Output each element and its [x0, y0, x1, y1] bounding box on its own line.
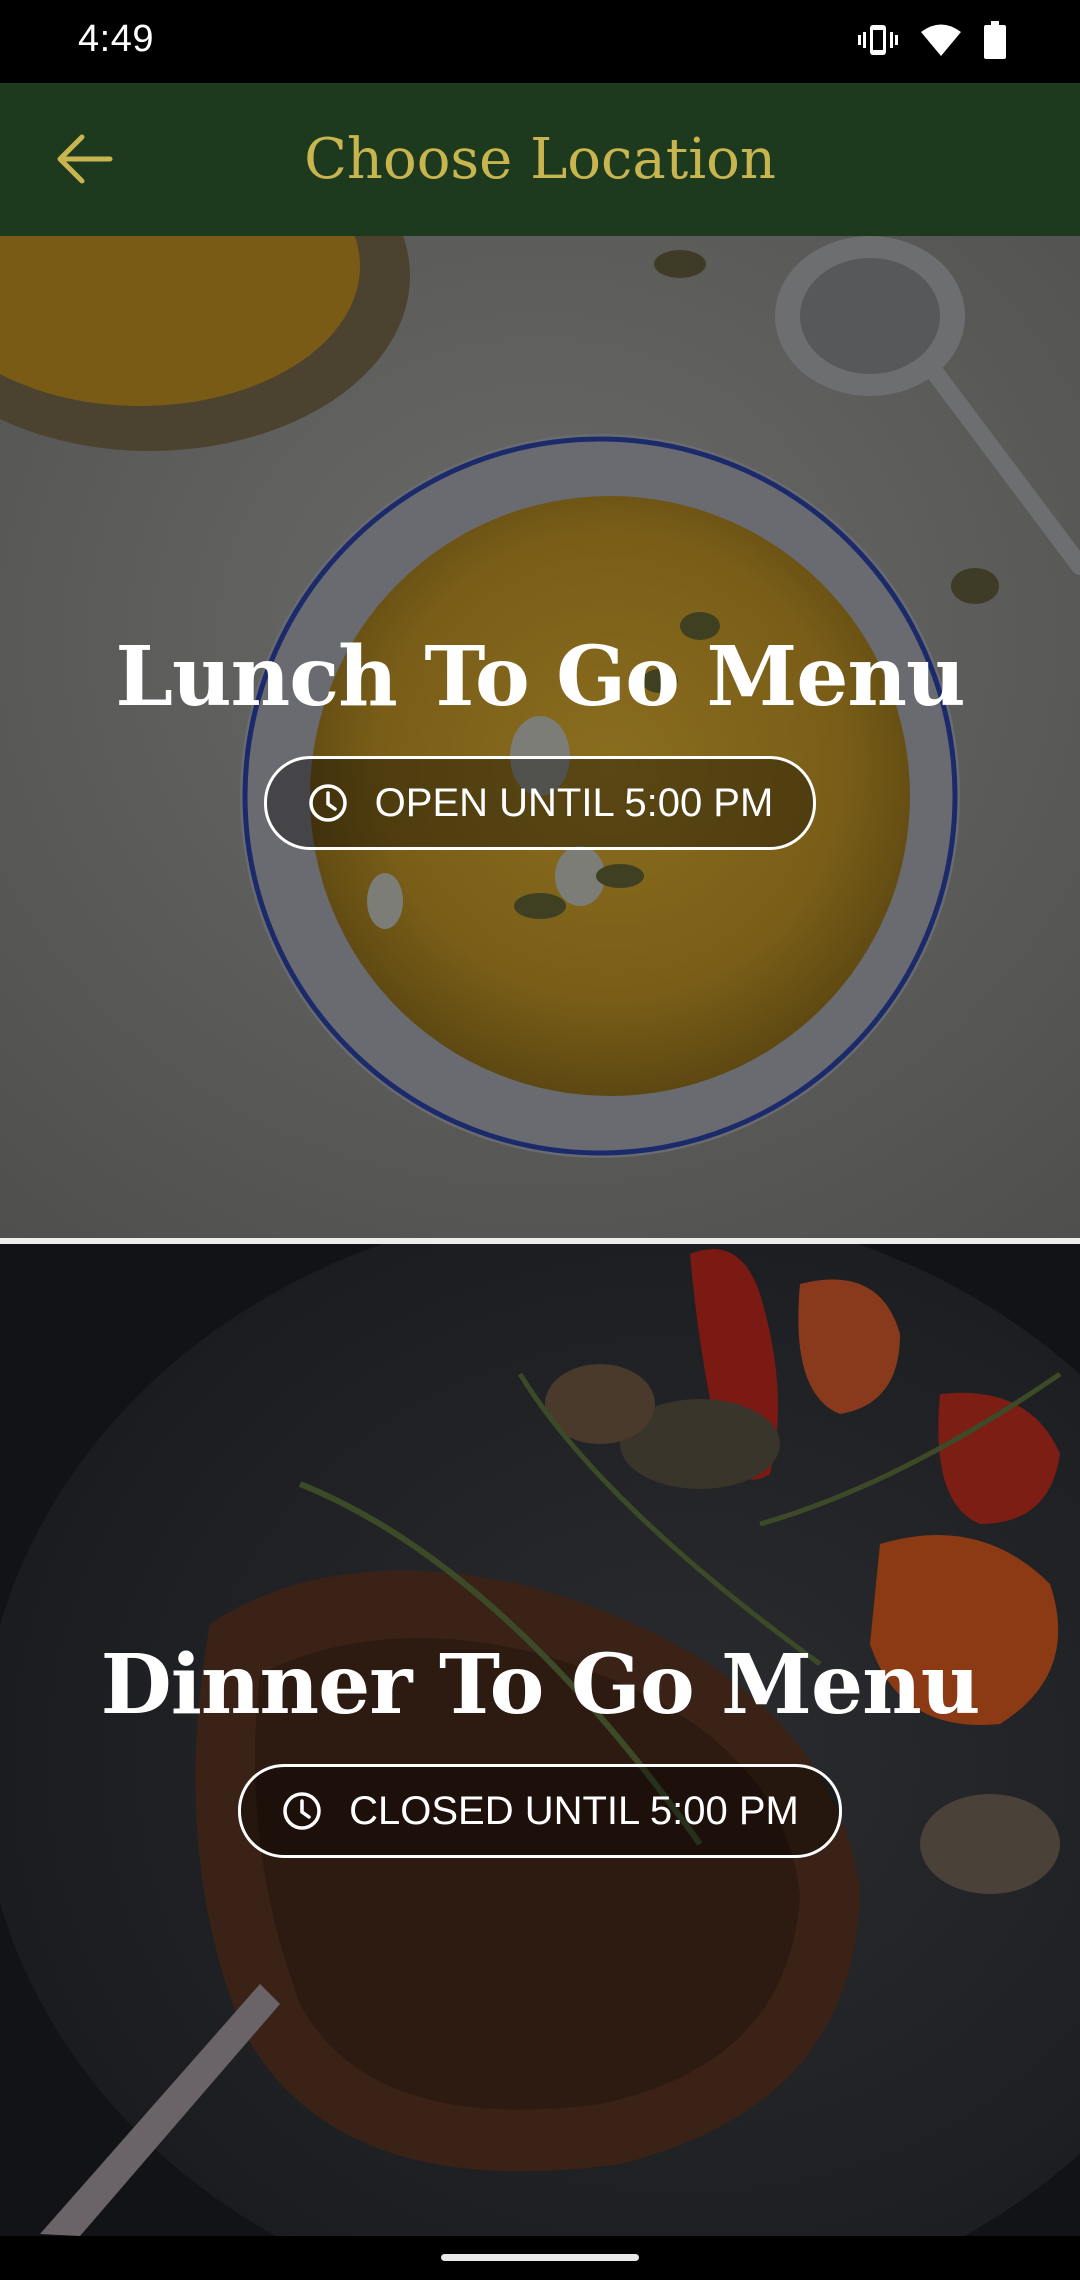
- location-card-dinner[interactable]: Dinner To Go Menu CLOSED UNTIL 5:00 PM: [0, 1244, 1080, 2236]
- clock-icon: [281, 1790, 323, 1832]
- app-bar: Choose Location: [0, 83, 1080, 236]
- dinner-card-content: Dinner To Go Menu CLOSED UNTIL 5:00 PM: [0, 1644, 1080, 1858]
- wifi-icon: [920, 23, 962, 62]
- location-card-lunch[interactable]: Lunch To Go Menu OPEN UNTIL 5:00 PM: [0, 236, 1080, 1238]
- status-bar: 4:49: [0, 0, 1080, 83]
- nav-bar: [0, 2236, 1080, 2280]
- status-text: OPEN UNTIL 5:00 PM: [374, 780, 774, 825]
- home-indicator[interactable]: [441, 2254, 639, 2261]
- clock-icon: [307, 782, 349, 824]
- status-pill[interactable]: OPEN UNTIL 5:00 PM: [263, 756, 817, 850]
- location-title: Lunch To Go Menu: [115, 629, 965, 725]
- location-title: Dinner To Go Menu: [100, 1637, 981, 1733]
- status-time: 4:49: [78, 18, 154, 60]
- status-text: CLOSED UNTIL 5:00 PM: [349, 1788, 799, 1833]
- lunch-card-content: Lunch To Go Menu OPEN UNTIL 5:00 PM: [0, 636, 1080, 850]
- vibrate-icon: [858, 22, 898, 63]
- page-title: Choose Location: [304, 127, 776, 192]
- status-pill[interactable]: CLOSED UNTIL 5:00 PM: [238, 1764, 842, 1858]
- status-icons: [858, 20, 1006, 64]
- screen: 4:49 Choose Location Lunch To Go Menu OP…: [0, 0, 1080, 2280]
- battery-icon: [984, 20, 1006, 64]
